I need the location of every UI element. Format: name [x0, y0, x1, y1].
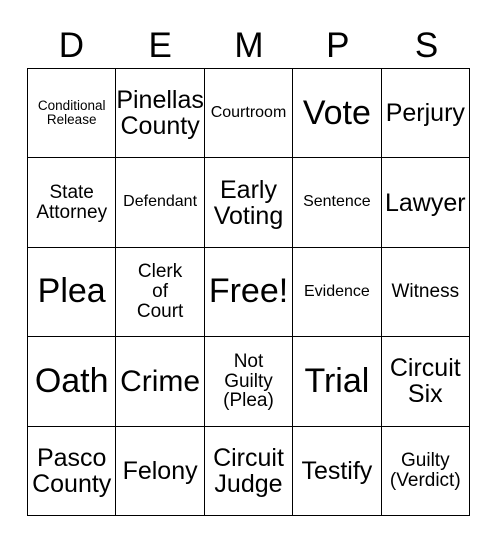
bingo-cell-text: Plea — [37, 272, 106, 311]
bingo-cell-text: Crime — [120, 364, 201, 398]
bingo-cell-r3c1[interactable]: Plea — [28, 247, 117, 338]
bingo-cell-text: Clerk of Court — [136, 261, 184, 322]
bingo-cell-r1c2[interactable]: Pinellas County — [116, 69, 205, 159]
bingo-cell-text: Courtroom — [210, 103, 287, 121]
bingo-cell-text: Testify — [301, 456, 373, 485]
bingo-cell-r4c1[interactable]: Oath — [28, 337, 117, 427]
bingo-cell-text: Circuit Six — [389, 354, 461, 409]
bingo-cell-r4c3[interactable]: Not Guilty (Plea) — [204, 337, 294, 427]
bingo-header-letter-4: P — [326, 25, 350, 65]
bingo-cell-text: Sentence — [303, 193, 371, 211]
bingo-card: D E M P S Conditional Release Pinellas C… — [0, 0, 500, 544]
bingo-cell-r4c2[interactable]: Crime — [116, 337, 205, 427]
bingo-header-letter-3: M — [234, 25, 264, 65]
bingo-cell-text: Lawyer — [385, 188, 466, 217]
bingo-cell-text: Circuit Judge — [213, 443, 284, 498]
bingo-cell-r2c1[interactable]: State Attorney — [28, 158, 117, 248]
bingo-grid: Conditional Release Pinellas County Cour… — [27, 68, 470, 516]
bingo-cell-text: Early Voting — [213, 175, 284, 230]
bingo-cell-text: Evidence — [303, 282, 370, 300]
bingo-cell-text: Pasco County — [32, 443, 112, 498]
bingo-cell-r5c4[interactable]: Testify — [293, 426, 382, 516]
bingo-header-row: D E M P S — [27, 22, 471, 68]
bingo-header-letter-1: D — [58, 25, 85, 65]
bingo-cell-text: Defendant — [123, 193, 198, 211]
bingo-cell-text: Vote — [302, 93, 371, 132]
bingo-cell-r2c3[interactable]: Early Voting — [204, 158, 294, 248]
bingo-cell-r5c5[interactable]: Guilty (Verdict) — [381, 426, 470, 516]
bingo-cell-text: Trial — [304, 361, 370, 400]
bingo-cell-r2c4[interactable]: Sentence — [293, 158, 382, 248]
bingo-cell-r3c5[interactable]: Witness — [381, 247, 470, 338]
bingo-cell-r4c5[interactable]: Circuit Six — [381, 337, 470, 427]
bingo-cell-r5c2[interactable]: Felony — [116, 426, 205, 516]
bingo-cell-text: Not Guilty (Plea) — [223, 350, 274, 412]
bingo-cell-r1c4[interactable]: Vote — [293, 69, 382, 159]
bingo-cell-r1c3[interactable]: Courtroom — [204, 69, 294, 159]
bingo-cell-free-space[interactable]: Free! — [204, 247, 294, 338]
bingo-cell-text: Pinellas County — [116, 86, 204, 141]
bingo-cell-r2c5[interactable]: Lawyer — [381, 158, 470, 248]
bingo-cell-r5c3[interactable]: Circuit Judge — [204, 426, 294, 516]
bingo-cell-text: Conditional Release — [37, 98, 106, 128]
bingo-cell-r5c1[interactable]: Pasco County — [28, 426, 117, 516]
bingo-cell-r1c5[interactable]: Perjury — [381, 69, 470, 159]
bingo-cell-text: Free! — [208, 272, 289, 311]
bingo-cell-text: Witness — [391, 281, 460, 303]
bingo-cell-r1c1[interactable]: Conditional Release — [28, 69, 117, 159]
bingo-cell-text: Guilty (Verdict) — [389, 450, 461, 491]
bingo-cell-r2c2[interactable]: Defendant — [116, 158, 205, 248]
bingo-header-letter-2: E — [148, 25, 172, 65]
bingo-cell-r3c4[interactable]: Evidence — [293, 247, 382, 338]
bingo-cell-r4c4[interactable]: Trial — [293, 337, 382, 427]
bingo-cell-text: State Attorney — [36, 181, 108, 223]
bingo-cell-text: Oath — [34, 361, 109, 400]
bingo-cell-text: Perjury — [385, 99, 465, 128]
bingo-cell-text: Felony — [122, 456, 198, 485]
bingo-header-letter-5: S — [414, 25, 439, 65]
bingo-cell-r3c2[interactable]: Clerk of Court — [116, 247, 205, 338]
